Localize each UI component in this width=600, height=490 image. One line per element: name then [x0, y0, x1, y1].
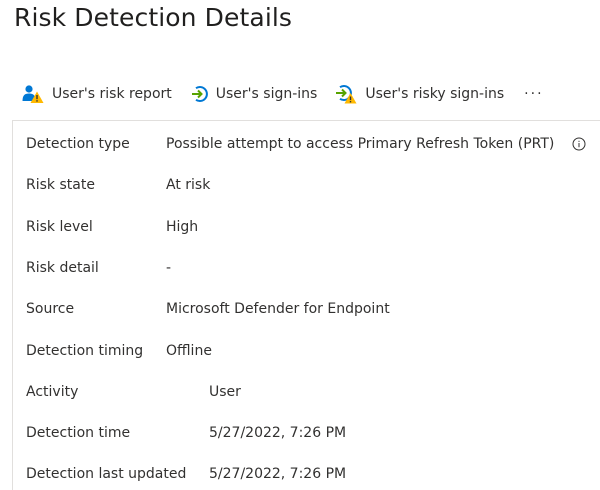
risky-sign-in-icon: [336, 85, 357, 104]
detail-label: Detection last updated: [26, 466, 187, 482]
detail-value: User: [209, 384, 241, 400]
sign-in-arrow-icon: [191, 86, 208, 102]
detail-label: Risk state: [26, 177, 95, 193]
detail-value: High: [166, 219, 199, 235]
detail-value: -: [166, 260, 172, 276]
detail-label: Source: [26, 301, 75, 317]
detail-label: Risk detail: [26, 260, 99, 276]
detail-label: Risk level: [26, 219, 93, 235]
users-risky-signins-button[interactable]: User's risky sign-ins: [335, 84, 504, 104]
users-signins-label: User's sign-ins: [215, 86, 318, 102]
detail-value: Possible attempt to access Primary Refre…: [166, 136, 555, 152]
page-title: Risk Detection Details: [14, 3, 293, 32]
info-icon[interactable]: [572, 137, 586, 151]
detail-label: Detection timing: [26, 343, 144, 359]
user-warning-icon: [22, 85, 44, 103]
detail-value: 5/27/2022, 7:26 PM: [209, 466, 347, 482]
more-options-button[interactable]: ···: [524, 86, 543, 102]
detail-value: At risk: [166, 177, 211, 193]
detail-label: Activity: [26, 384, 79, 400]
detail-value: 5/27/2022, 7:26 PM: [209, 425, 347, 441]
details-panel: Detection type Possible attempt to acces…: [12, 120, 600, 490]
users-risk-report-button[interactable]: User's risk report: [22, 84, 172, 104]
users-signins-button[interactable]: User's sign-ins: [190, 85, 318, 103]
detail-label: Detection time: [26, 425, 131, 441]
command-bar: User's risk report User's sign-ins User'…: [22, 80, 544, 108]
detail-value: Offline: [166, 343, 212, 359]
detail-label: Detection type: [26, 136, 130, 152]
detail-value: Microsoft Defender for Endpoint: [166, 301, 390, 317]
users-risky-signins-label: User's risky sign-ins: [365, 86, 505, 102]
users-risk-report-label: User's risk report: [52, 86, 172, 102]
